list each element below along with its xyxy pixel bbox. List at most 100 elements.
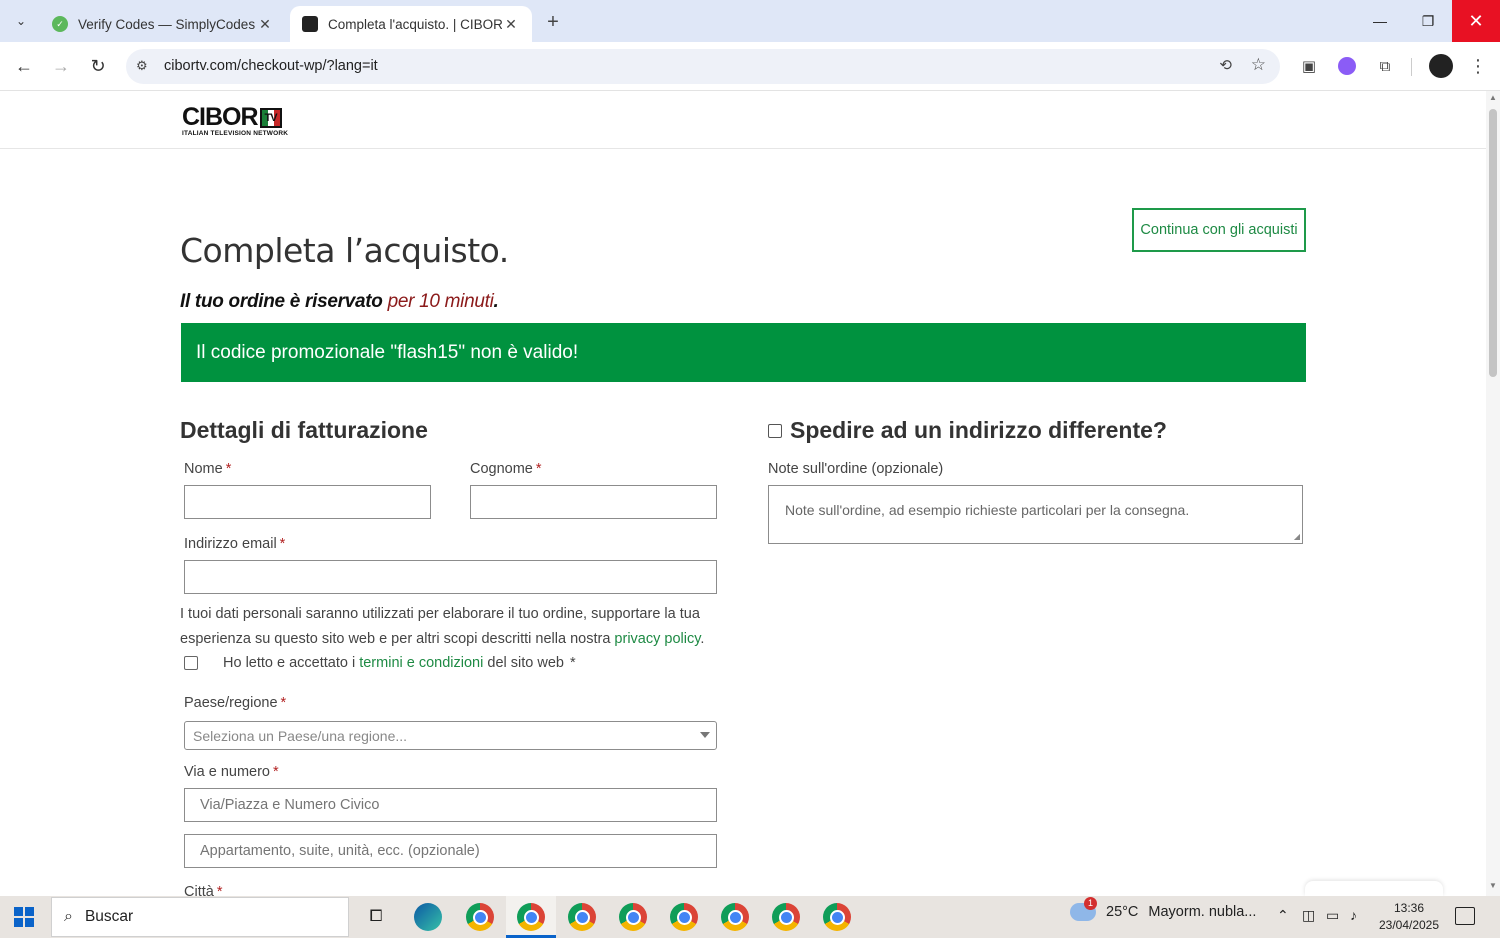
promo-message: Il codice promozionale "flash15" non è v… bbox=[196, 341, 579, 363]
last-name-input[interactable] bbox=[470, 485, 717, 519]
reload-icon[interactable]: ↻ bbox=[84, 52, 112, 80]
browser-toolbar: ← → ↻ ⚙ cibortv.com/checkout-wp/?lang=it… bbox=[0, 42, 1500, 91]
terms-checkbox[interactable] bbox=[184, 656, 198, 670]
search-icon: ⌕ bbox=[64, 908, 73, 925]
task-view-icon[interactable]: ⧠ bbox=[362, 903, 390, 931]
continue-shopping-button[interactable]: Continua con gli acquisti bbox=[1132, 208, 1306, 252]
taskbar-search-label: Buscar bbox=[84, 908, 134, 925]
forward-arrow-icon[interactable]: → bbox=[47, 52, 75, 80]
chrome-profile-4-icon[interactable] bbox=[619, 903, 647, 931]
order-notes-label-text: Note sull'ordine (opzionale) bbox=[768, 461, 944, 477]
caret-down-icon bbox=[700, 732, 710, 738]
city-label-text: Città bbox=[184, 884, 214, 896]
profile-avatar[interactable] bbox=[1429, 54, 1453, 78]
site-settings-icon[interactable]: ⚙ bbox=[136, 58, 148, 74]
promo-error-banner: Il codice promozionale "flash15" non è v… bbox=[181, 323, 1306, 382]
weather-temp: 25°C bbox=[1106, 904, 1139, 920]
tab-bar: ⌄ ✓ Verify Codes — SimplyCodes ✕ Complet… bbox=[0, 0, 1500, 42]
tab-search-chevron-icon[interactable]: ⌄ bbox=[8, 8, 34, 34]
privacy-end: . bbox=[700, 631, 705, 647]
extensions-puzzle-icon[interactable]: ⧉ bbox=[1373, 54, 1397, 78]
tab-cibortv[interactable]: Completa l'acquisto. | CIBORTV ✕ bbox=[290, 6, 532, 42]
new-tab-plus-icon[interactable]: + bbox=[540, 9, 566, 35]
cibortv-logo[interactable]: CIBOR TV ITALIAN TELEVISION NETWORK bbox=[182, 103, 288, 137]
url-text[interactable]: cibortv.com/checkout-wp/?lang=it bbox=[164, 58, 378, 74]
terms-prefix: Ho letto e accettato i bbox=[223, 655, 356, 671]
site-header: CIBOR TV ITALIAN TELEVISION NETWORK bbox=[0, 91, 1486, 149]
reservation-notice: Il tuo ordine è riservato per 10 minuti. bbox=[180, 291, 499, 313]
system-clock[interactable]: 13:36 23/04/2025 bbox=[1376, 900, 1442, 934]
privacy-policy-link[interactable]: privacy policy bbox=[614, 631, 700, 647]
scroll-down-icon[interactable]: ▼ bbox=[1489, 881, 1497, 890]
reservation-time: per 10 minuti bbox=[387, 291, 494, 312]
simplycodes-favicon-icon: ✓ bbox=[52, 16, 68, 32]
terms-link[interactable]: termini e condizioni bbox=[359, 655, 483, 671]
chrome-profile-1-icon[interactable] bbox=[466, 903, 494, 931]
tray-chevron-up-icon[interactable]: ⌃ bbox=[1277, 907, 1289, 924]
chrome-profile-8-icon[interactable] bbox=[823, 903, 851, 931]
windows-taskbar: ⌕ Buscar ⧠ 1 25°C Mayorm. nubla... ⌃ ◫ ▭… bbox=[0, 896, 1500, 938]
scrollbar-thumb[interactable] bbox=[1489, 109, 1497, 377]
required-mark: * bbox=[280, 695, 287, 711]
restore-icon[interactable]: ❐ bbox=[1404, 0, 1452, 42]
translate-icon[interactable]: ⟲ bbox=[1219, 56, 1232, 74]
required-mark: * bbox=[279, 536, 286, 552]
tab-title: Verify Codes — SimplyCodes bbox=[78, 16, 256, 32]
floating-widget[interactable] bbox=[1305, 881, 1443, 896]
volume-icon[interactable]: ♪ bbox=[1350, 907, 1357, 923]
reservation-suffix: . bbox=[493, 291, 499, 312]
minimize-icon[interactable]: — bbox=[1356, 0, 1404, 42]
order-notes-textarea[interactable]: Note sull'ordine, ad esempio richieste p… bbox=[768, 485, 1303, 544]
email-input[interactable] bbox=[184, 560, 717, 594]
clock-date: 23/04/2025 bbox=[1378, 918, 1440, 932]
logo-tagline: ITALIAN TELEVISION NETWORK bbox=[182, 130, 289, 137]
meet-camera-icon[interactable]: ◫ bbox=[1302, 907, 1315, 924]
chrome-profile-5-icon[interactable] bbox=[670, 903, 698, 931]
notifications-icon[interactable] bbox=[1455, 907, 1475, 925]
bookmark-star-icon[interactable]: ☆ bbox=[1251, 55, 1266, 75]
logo-text: CIBOR bbox=[182, 103, 259, 131]
ship-different-row: Spedire ad un indirizzo differente? bbox=[768, 417, 1167, 444]
extension-simplycodes-icon[interactable] bbox=[1335, 54, 1359, 78]
ship-different-title[interactable]: Spedire ad un indirizzo differente? bbox=[790, 417, 1167, 444]
apartment-placeholder: Appartamento, suite, unità, ecc. (opzion… bbox=[200, 843, 480, 859]
chrome-profile-7-icon[interactable] bbox=[772, 903, 800, 931]
cibortv-favicon-icon bbox=[302, 16, 318, 32]
taskbar-search[interactable]: ⌕ Buscar bbox=[51, 897, 349, 937]
extension-robot-icon[interactable]: ▣ bbox=[1297, 54, 1321, 78]
email-label-text: Indirizzo email bbox=[184, 536, 277, 552]
chrome-profile-6-icon[interactable] bbox=[721, 903, 749, 931]
tab-close-icon[interactable]: ✕ bbox=[502, 16, 520, 33]
address-bar[interactable]: ⚙ cibortv.com/checkout-wp/?lang=it ⟲ ☆ bbox=[126, 49, 1280, 84]
first-name-input[interactable] bbox=[184, 485, 431, 519]
browser-menu-icon[interactable]: ⋮ bbox=[1466, 54, 1490, 78]
country-select[interactable]: Seleziona un Paese/una regione... bbox=[184, 721, 717, 750]
street-placeholder: Via/Piazza e Numero Civico bbox=[200, 797, 380, 813]
windows-start-icon[interactable] bbox=[14, 907, 34, 927]
page-scrollbar[interactable]: ▲ ▼ bbox=[1486, 91, 1500, 896]
chrome-profile-3-icon[interactable] bbox=[568, 903, 596, 931]
back-arrow-icon[interactable]: ← bbox=[10, 52, 38, 80]
required-mark: * bbox=[272, 764, 279, 780]
web-page: CIBOR TV ITALIAN TELEVISION NETWORK Compl… bbox=[0, 91, 1486, 896]
scroll-up-icon[interactable]: ▲ bbox=[1489, 93, 1497, 102]
last-name-label-text: Cognome bbox=[470, 461, 533, 477]
billing-title: Dettagli di fatturazione bbox=[180, 417, 428, 443]
required-mark: * bbox=[225, 461, 232, 477]
apartment-input[interactable]: Appartamento, suite, unità, ecc. (opzion… bbox=[184, 834, 717, 868]
street-input[interactable]: Via/Piazza e Numero Civico bbox=[184, 788, 717, 822]
weather-widget[interactable]: 1 25°C Mayorm. nubla... bbox=[1070, 897, 1256, 921]
tab-close-icon[interactable]: ✕ bbox=[256, 16, 274, 33]
resize-grip-icon[interactable]: ◢ bbox=[1294, 532, 1300, 541]
network-icon[interactable]: ▭ bbox=[1326, 907, 1339, 924]
chrome-profile-2-icon[interactable] bbox=[517, 903, 545, 931]
terms-required-mark: * bbox=[569, 655, 576, 671]
edge-browser-icon[interactable] bbox=[414, 903, 442, 931]
window-close-icon[interactable]: ✕ bbox=[1452, 0, 1500, 42]
page-title: Completa l’acquisto. bbox=[180, 231, 509, 270]
country-label: Paese/regione * bbox=[184, 695, 286, 711]
ship-different-checkbox[interactable] bbox=[768, 423, 782, 438]
weather-badge: 1 bbox=[1084, 897, 1097, 910]
street-label-text: Via e numero bbox=[184, 764, 270, 780]
tab-simplycodes[interactable]: ✓ Verify Codes — SimplyCodes ✕ bbox=[40, 6, 286, 42]
